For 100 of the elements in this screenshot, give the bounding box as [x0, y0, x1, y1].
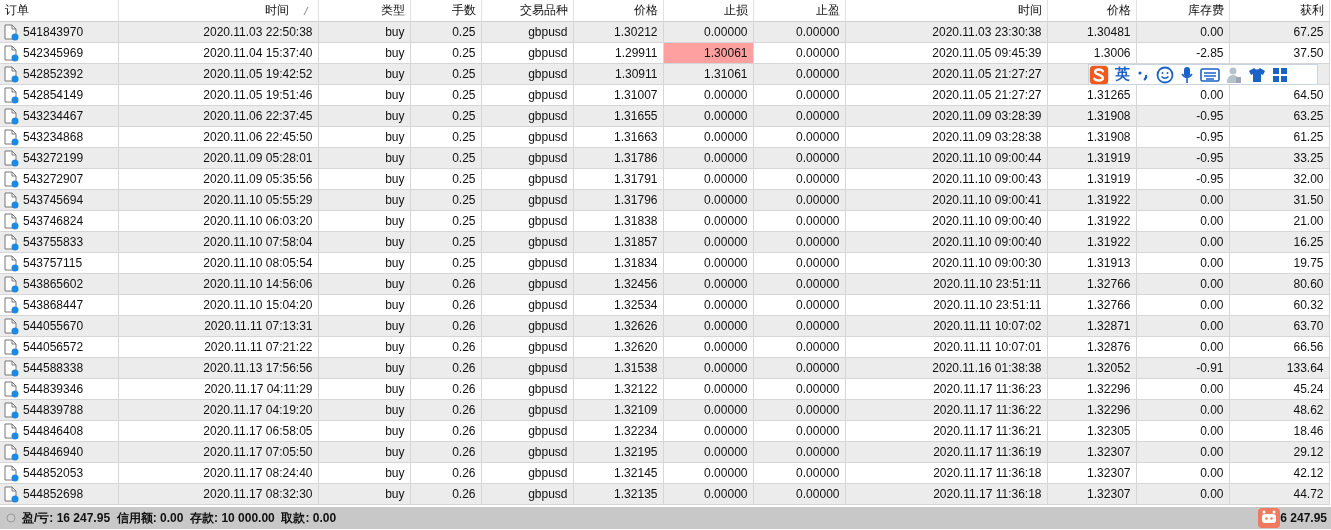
table-cell: 0.00000 [796, 403, 840, 417]
table-cell: 2020.11.10 09:00:40 [932, 214, 1042, 228]
table-cell: 0.25 [452, 25, 476, 39]
table-cell: 2020.11.11 10:07:01 [933, 340, 1042, 354]
table-cell: gbpusd [528, 319, 568, 333]
table-cell: 0.26 [452, 466, 476, 480]
table-cell: 16.25 [1293, 235, 1324, 249]
table-cell: gbpusd [528, 172, 568, 186]
table-cell: 0.26 [452, 382, 476, 396]
column-header[interactable]: 止盈 [753, 0, 845, 22]
language-toggle[interactable]: 英 [1115, 65, 1130, 84]
table-cell: 1.32456 [614, 277, 658, 291]
table-cell: gbpusd [528, 487, 568, 501]
table-cell: 0.25 [452, 172, 476, 186]
column-header[interactable]: 交易品种 [481, 0, 573, 22]
table-cell: 44.72 [1293, 487, 1324, 501]
table-cell: 544852053 [23, 466, 84, 480]
table-cell: -0.95 [1196, 151, 1224, 165]
shirt-icon[interactable] [1248, 66, 1266, 83]
table-cell: 1.32296 [1087, 403, 1131, 417]
table-cell: gbpusd [528, 46, 568, 60]
table-cell: 2020.11.05 19:51:46 [203, 88, 313, 102]
table-cell: 2020.11.10 15:04:20 [203, 298, 313, 312]
table-cell: buy [385, 214, 405, 228]
table-cell: gbpusd [528, 25, 568, 39]
table-cell: 0.25 [452, 193, 476, 207]
smiley-icon[interactable] [1156, 65, 1174, 84]
column-header[interactable]: 类型 [318, 0, 410, 22]
column-header[interactable]: 获利 [1229, 0, 1329, 22]
table-cell: 2020.11.05 09:45:39 [932, 46, 1042, 60]
table-cell: 67.25 [1293, 25, 1324, 39]
table-cell: 1.31919 [1087, 151, 1131, 165]
table-cell: 2020.11.10 09:00:43 [932, 172, 1042, 186]
document-icon [3, 485, 19, 503]
table-cell: 2020.11.10 08:05:54 [203, 256, 313, 270]
table-cell: gbpusd [528, 424, 568, 438]
table-cell: -2.85 [1196, 46, 1224, 60]
table-cell: 0.25 [452, 151, 476, 165]
total-profit: 6 247.95 [1280, 511, 1327, 525]
column-header[interactable]: 手数 [410, 0, 481, 22]
column-header[interactable]: 止损 [663, 0, 753, 22]
table-cell: 0.00 [1200, 235, 1224, 249]
table-cell: 0.00 [1200, 214, 1224, 228]
table-cell: -0.95 [1196, 109, 1224, 123]
robot-icon[interactable] [1258, 508, 1281, 528]
table-cell: 541843970 [23, 25, 84, 39]
microphone-icon[interactable] [1180, 65, 1194, 84]
table-cell: 1.32145 [614, 466, 658, 480]
table-cell: 37.50 [1293, 46, 1324, 60]
table-cell: 0.00 [1200, 487, 1224, 501]
table-cell: 1.32766 [1087, 277, 1131, 291]
table-cell: 544055670 [23, 319, 84, 333]
column-header[interactable]: 时间 [118, 0, 318, 22]
table-cell: 1.32766 [1087, 298, 1131, 312]
table-cell: buy [385, 256, 405, 270]
table-cell: 2020.11.10 05:55:29 [203, 193, 313, 207]
table-cell: 1.31538 [614, 361, 658, 375]
table-cell: 544056572 [23, 340, 84, 354]
table-cell: buy [385, 25, 405, 39]
table-cell: 1.32620 [614, 340, 658, 354]
table-cell: 543234868 [23, 130, 84, 144]
keyboard-icon[interactable] [1200, 67, 1220, 82]
table-cell: gbpusd [528, 88, 568, 102]
table-cell: gbpusd [528, 445, 568, 459]
column-header[interactable]: 价格 [573, 0, 663, 22]
table-cell: buy [385, 235, 405, 249]
table-cell: buy [385, 319, 405, 333]
table-cell: gbpusd [528, 151, 568, 165]
table-cell: 1.31913 [1087, 256, 1131, 270]
table-cell: 1.31786 [614, 151, 658, 165]
table-cell: 0.00000 [796, 466, 840, 480]
table-cell: 1.31922 [1087, 193, 1131, 207]
column-header[interactable]: 库存费 [1136, 0, 1229, 22]
table-cell: 29.12 [1293, 445, 1324, 459]
table-cell: 0.00 [1200, 277, 1224, 291]
table-cell: 2020.11.16 01:38:38 [932, 361, 1042, 375]
table-cell: 0.25 [452, 88, 476, 102]
table-cell: 0.00000 [796, 193, 840, 207]
table-cell: 0.00 [1200, 340, 1224, 354]
table-cell: 2020.11.17 07:05:50 [203, 445, 313, 459]
column-header[interactable]: 价格 [1047, 0, 1136, 22]
table-cell: 542852392 [23, 67, 84, 81]
table-cell: 32.00 [1293, 172, 1324, 186]
table-cell: 1.31908 [1087, 109, 1131, 123]
column-header[interactable]: 时间 [845, 0, 1047, 22]
table-cell: 0.00 [1200, 445, 1224, 459]
table-cell: buy [385, 487, 405, 501]
table-cell: 544588338 [23, 361, 84, 375]
table-cell: 543757115 [23, 256, 83, 270]
ime-logo-icon[interactable] [1089, 64, 1109, 85]
table-cell: 0.00 [1200, 403, 1224, 417]
table-cell: buy [385, 172, 405, 186]
table-cell: 61.25 [1293, 130, 1324, 144]
table-cell: 0.00000 [796, 109, 840, 123]
table-cell: 60.32 [1293, 298, 1324, 312]
column-header[interactable]: 订单 [0, 0, 118, 22]
table-cell: buy [385, 403, 405, 417]
table-cell: 0.00000 [796, 319, 840, 333]
grid-icon[interactable] [1272, 66, 1288, 83]
table-cell: gbpusd [528, 466, 568, 480]
